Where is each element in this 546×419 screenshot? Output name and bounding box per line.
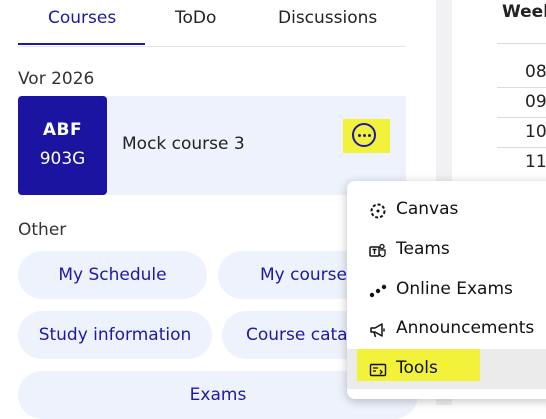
megaphone-icon [370, 323, 385, 338]
tab-discussions[interactable]: Discussions [278, 8, 377, 28]
week-divider [497, 147, 546, 148]
course-tile[interactable]: ABF 903G [18, 96, 107, 195]
tools-icon [369, 363, 387, 377]
week-number: 09 [525, 92, 546, 112]
tab-bar: Courses ToDo Discussions [18, 0, 406, 47]
week-number: 08 [525, 62, 546, 82]
active-tab-indicator [18, 43, 145, 45]
teams-icon [369, 243, 386, 258]
menu-item-label: Teams [396, 239, 450, 259]
week-heading: Week [502, 2, 546, 22]
menu-item-announcements[interactable]: Announcements [347, 309, 546, 349]
term-heading: Vor 2026 [18, 69, 95, 89]
tab-courses[interactable]: Courses [48, 8, 116, 28]
tab-todo[interactable]: ToDo [175, 8, 216, 28]
course-context-menu: Canvas Teams Online Exams Announcements [347, 181, 546, 399]
menu-item-canvas[interactable]: Canvas [347, 190, 546, 230]
course-card[interactable]: ABF 903G Mock course 3 [18, 96, 406, 195]
quick-link-my-schedule[interactable]: My Schedule [18, 251, 207, 299]
week-divider [497, 117, 546, 118]
online-exams-icon [369, 284, 387, 298]
menu-item-label: Online Exams [396, 279, 513, 299]
more-horizontal-icon[interactable] [352, 123, 376, 147]
week-number: 10 [525, 122, 546, 142]
week-divider [497, 43, 546, 44]
other-heading: Other [18, 220, 67, 240]
course-code-line1: ABF [42, 120, 83, 140]
menu-item-tools[interactable]: Tools [347, 349, 546, 389]
menu-item-label: Tools [396, 358, 438, 378]
menu-item-label: Canvas [396, 199, 459, 219]
quick-link-study-information[interactable]: Study information [18, 311, 212, 359]
course-name[interactable]: Mock course 3 [122, 134, 245, 154]
menu-item-online-exams[interactable]: Online Exams [347, 270, 546, 310]
week-number: 11 [525, 152, 546, 172]
canvas-icon [370, 203, 386, 219]
week-divider [497, 87, 546, 88]
course-code-line2: 903G [39, 149, 86, 169]
menu-item-label: Announcements [396, 318, 535, 338]
menu-item-teams[interactable]: Teams [347, 230, 546, 270]
